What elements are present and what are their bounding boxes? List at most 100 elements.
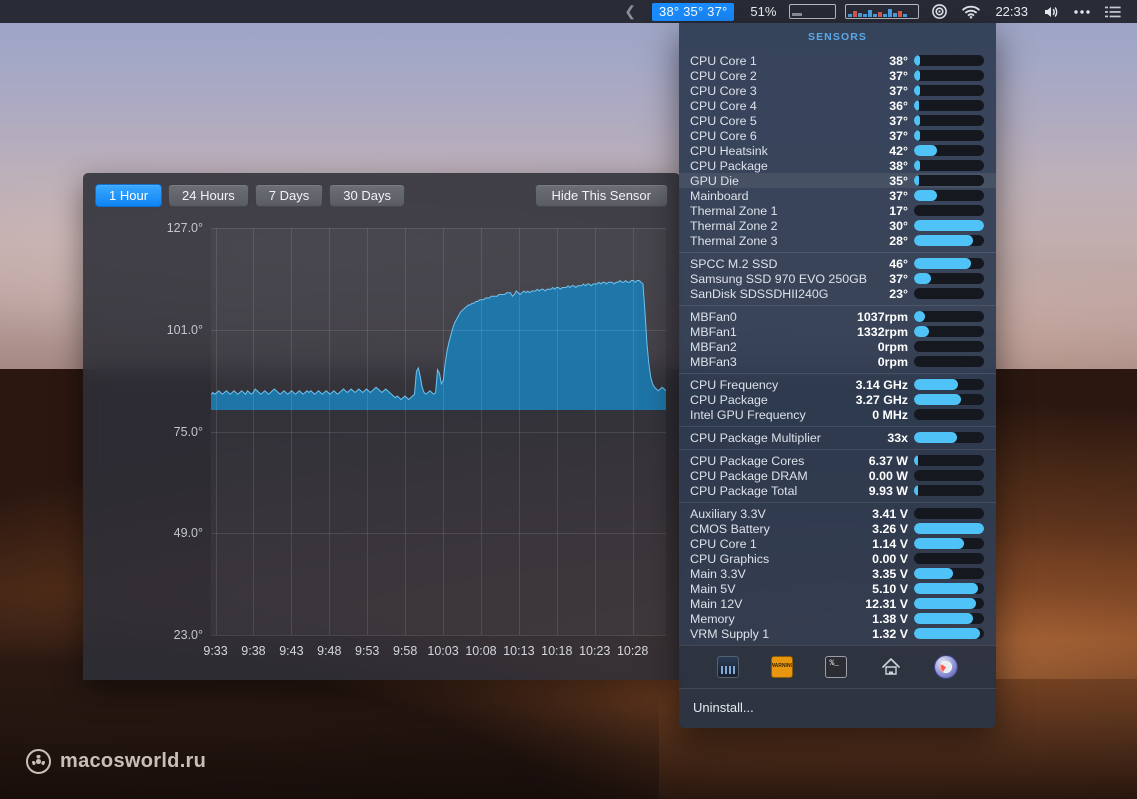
range-button-24-hours[interactable]: 24 Hours [168,184,249,207]
sensor-row[interactable]: CPU Core 1 1.14 V [679,536,996,551]
sensor-name: Main 12V [690,596,743,611]
range-button-1-hour[interactable]: 1 Hour [95,184,163,207]
istat-menus-app-icon[interactable] [717,656,740,678]
range-button-7-days[interactable]: 7 Days [254,184,324,207]
sensor-bar [914,409,984,420]
sensor-name: Memory [690,611,735,626]
sensor-name: Auxiliary 3.3V [690,506,766,521]
sensor-row[interactable]: CPU Core 1 38° [679,53,996,68]
chart-y-tick-label: 75.0° [173,424,203,439]
sensor-row[interactable]: CPU Core 2 37° [679,68,996,83]
sensor-name: CPU Package Cores [690,453,805,468]
sensor-bar [914,175,984,186]
sensor-row[interactable]: Thermal Zone 1 17° [679,203,996,218]
chart-gridline-v [329,228,331,635]
sensor-group-fans: MBFan0 1037rpm MBFan1 1332rpm MBFan2 0rpm MBFa… [679,305,996,373]
sensor-row[interactable]: Thermal Zone 2 30° [679,218,996,233]
sensor-row[interactable]: CPU Package 38° [679,158,996,173]
chart-x-tick-label: 9:48 [317,644,342,658]
sensor-bar [914,130,984,141]
sensor-group-drives: SPCC M.2 SSD 46° Samsung SSD 970 EVO 250GB… [679,252,996,305]
sensor-row[interactable]: Thermal Zone 3 28° [679,233,996,248]
range-button-30-days[interactable]: 30 Days [329,184,405,207]
home-app-icon[interactable] [880,656,902,678]
sensor-value: 3.14 GHz [855,377,908,392]
sensor-bar [914,341,984,352]
sensor-row[interactable]: Mainboard 37° [679,188,996,203]
watermark-text: macosworld.ru [60,750,207,772]
sensor-bar [914,553,984,564]
sensor-chart-window: 1 Hour 24 Hours 7 Days 30 Days Hide This… [83,173,680,680]
sensor-name: Main 5V [690,581,736,596]
sensor-row[interactable]: CMOS Battery 3.26 V [679,521,996,536]
menubar-battery-percent[interactable]: 51% [741,4,785,19]
sensor-bar [914,258,984,269]
sensor-row[interactable]: GPU Die 35° [679,173,996,188]
sensor-row[interactable]: CPU Core 4 36° [679,98,996,113]
sensor-row[interactable]: CPU Core 5 37° [679,113,996,128]
chart-x-tick-label: 10:18 [541,644,573,658]
wifi-icon[interactable] [955,5,987,19]
chart-gridline-v [480,228,482,635]
sensor-row[interactable]: MBFan3 0rpm [679,354,996,369]
battery-icon[interactable] [789,4,837,19]
menubar-sensors-temps[interactable]: 38° 35° 37° [645,0,741,23]
sensor-row[interactable]: Samsung SSD 970 EVO 250GB 37° [679,271,996,286]
sensor-row[interactable]: MBFan0 1037rpm [679,309,996,324]
warning-app-icon[interactable]: WARNING [771,656,794,678]
sensor-row[interactable]: CPU Package 3.27 GHz [679,392,996,407]
sensor-row[interactable]: MBFan1 1332rpm [679,324,996,339]
sensor-row[interactable]: Memory 1.38 V [679,611,996,626]
sensor-value: 37° [889,68,908,83]
sensor-name: Thermal Zone 2 [690,218,778,233]
ellipsis-icon[interactable] [1066,8,1098,16]
sensor-row[interactable]: CPU Core 3 37° [679,83,996,98]
sensor-row[interactable]: CPU Package Cores 6.37 W [679,453,996,468]
sensor-bar [914,628,984,639]
sensor-row[interactable]: CPU Frequency 3.14 GHz [679,377,996,392]
sensor-row[interactable]: CPU Package Multiplier 33x [679,430,996,445]
sensor-value: 42° [889,143,908,158]
chart-gridline-v [405,228,407,635]
sensor-row[interactable]: Main 12V 12.31 V [679,596,996,611]
list-icon[interactable] [1098,6,1128,18]
sensor-row[interactable]: CPU Core 6 37° [679,128,996,143]
sensor-bar [914,508,984,519]
sensor-row[interactable]: Main 5V 5.10 V [679,581,996,596]
safari-app-icon[interactable] [933,655,958,679]
chart-x-tick-label: 10:03 [427,644,459,658]
sensor-value: 3.41 V [872,506,908,521]
sensor-name: CPU Core 1 [690,53,757,68]
sensor-row[interactable]: Intel GPU Frequency 0 MHz [679,407,996,422]
hide-this-sensor-button[interactable]: Hide This Sensor [534,184,668,207]
speaker-icon[interactable] [1036,5,1066,19]
sensor-row[interactable]: MBFan2 0rpm [679,339,996,354]
vpn-icon[interactable] [924,4,955,19]
sensor-row[interactable]: SPCC M.2 SSD 46° [679,256,996,271]
sensor-group-voltages: Auxiliary 3.3V 3.41 V CMOS Battery 3.26 V CP… [679,502,996,645]
cpu-history-graph-icon[interactable] [845,4,920,19]
sensor-name: SPCC M.2 SSD [690,256,778,271]
terminal-app-icon[interactable] [825,656,848,678]
sensor-value: 37° [889,271,908,286]
sensor-row[interactable]: CPU Package Total 9.93 W [679,483,996,498]
sensor-row[interactable]: CPU Heatsink 42° [679,143,996,158]
chart-gridline-v [291,228,293,635]
sensor-name: MBFan2 [690,339,737,354]
sensor-row[interactable]: CPU Graphics 0.00 V [679,551,996,566]
sensor-row[interactable]: VRM Supply 1 1.32 V [679,626,996,641]
uninstall-menu-item[interactable]: Uninstall... [679,688,996,728]
chart-x-tick-label: 10:13 [503,644,535,658]
menubar-clock[interactable]: 22:33 [987,4,1036,19]
sensor-row[interactable]: Auxiliary 3.3V 3.41 V [679,506,996,521]
chart-plot-area[interactable]: 127.0° 101.0° 75.0° 49.0° 23.0° 9:33 9:38 9:43 9… [167,221,666,658]
sensor-row[interactable]: SanDisk SDSSDHII240G 23° [679,286,996,301]
sensor-name: SanDisk SDSSDHII240G [690,286,829,301]
sensor-value: 37° [889,113,908,128]
arrow-up-left-icon[interactable]: ❮ [615,3,645,20]
macosworld-logo-icon [26,749,51,774]
sensor-row[interactable]: Main 3.3V 3.35 V [679,566,996,581]
sensor-row[interactable]: CPU Package DRAM 0.00 W [679,468,996,483]
sensor-bar [914,356,984,367]
chart-gridline-v [632,228,634,635]
